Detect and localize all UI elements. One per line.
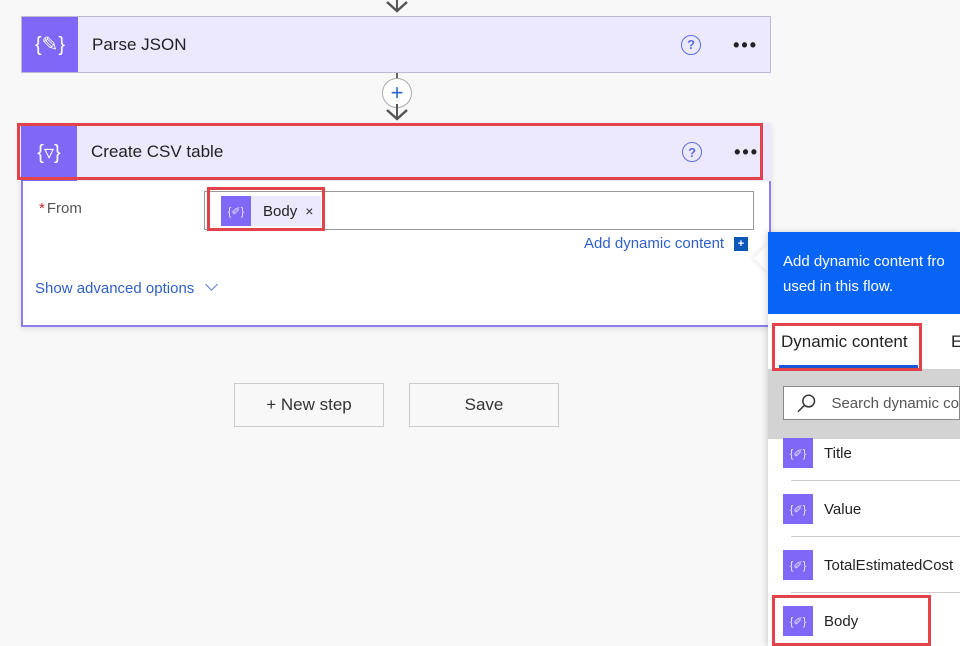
dynamic-content-panel: Add dynamic content fro used in this flo…	[768, 232, 960, 646]
search-icon	[797, 394, 816, 413]
tab-expression[interactable]: E	[951, 332, 960, 352]
braces-pencil-icon: {✐}	[221, 196, 251, 226]
dynamic-item-title[interactable]: {✐} Title	[768, 425, 960, 481]
show-advanced-options-link[interactable]: Show advanced options	[35, 280, 194, 297]
dynamic-item-label: Title	[824, 444, 852, 462]
body-token[interactable]: {✐} Body ×	[221, 196, 322, 226]
parse-json-title: Parse JSON	[92, 34, 187, 54]
arrow-down-icon	[386, 0, 408, 13]
braces-pencil-icon: {✐}	[783, 438, 813, 468]
banner-line-2: used in this flow.	[783, 278, 894, 295]
create-csv-header[interactable]: {▿} Create CSV table ? •••	[21, 123, 771, 181]
search-input[interactable]: Search dynamic co	[783, 386, 960, 420]
more-options-icon[interactable]: •••	[734, 143, 759, 161]
save-button[interactable]: Save	[409, 383, 559, 427]
dynamic-item-label: Body	[824, 612, 859, 630]
create-csv-card: {▿} Create CSV table ? ••• * From {✐} Bod…	[21, 123, 771, 327]
create-csv-title: Create CSV table	[91, 142, 224, 161]
parse-json-card[interactable]: {✎} Parse JSON ? •••	[21, 16, 771, 73]
braces-filter-icon: {▿}	[21, 123, 77, 181]
help-icon[interactable]: ?	[682, 142, 703, 162]
parse-json-header[interactable]: {✎} Parse JSON ? •••	[22, 17, 770, 72]
close-icon[interactable]: ×	[305, 203, 313, 219]
search-placeholder: Search dynamic co	[831, 394, 959, 412]
help-icon[interactable]: ?	[681, 34, 702, 55]
from-label: * From	[39, 200, 82, 217]
required-marker: *	[39, 200, 45, 217]
dynamic-item-value[interactable]: {✐} Value	[768, 481, 960, 537]
braces-pencil-icon: {✐}	[783, 606, 813, 636]
token-label: Body	[263, 202, 298, 220]
braces-pencil-icon: {✎}	[22, 17, 78, 72]
more-options-icon[interactable]: •••	[733, 36, 758, 54]
add-dynamic-content-plus-icon[interactable]: +	[734, 237, 748, 251]
dynamic-item-total-estimated-cost[interactable]: {✐} TotalEstimatedCost	[768, 537, 960, 593]
new-step-button[interactable]: + New step	[234, 383, 384, 427]
dynamic-item-label: TotalEstimatedCost	[824, 556, 954, 574]
from-label-text: From	[46, 200, 82, 217]
dynamic-item-body[interactable]: {✐} Body	[768, 593, 960, 646]
chevron-down-icon[interactable]	[205, 278, 218, 291]
tab-active-underline	[779, 365, 918, 368]
panel-banner: Add dynamic content fro used in this flo…	[768, 232, 960, 314]
braces-pencil-icon: {✐}	[783, 494, 813, 524]
tab-dynamic-content[interactable]: Dynamic content	[781, 332, 908, 352]
braces-pencil-icon: {✐}	[783, 550, 813, 580]
banner-line-1: Add dynamic content fro	[783, 253, 945, 270]
arrow-down-icon	[386, 104, 408, 121]
dynamic-item-label: Value	[824, 500, 862, 518]
add-dynamic-content-link[interactable]: Add dynamic content	[584, 235, 724, 252]
